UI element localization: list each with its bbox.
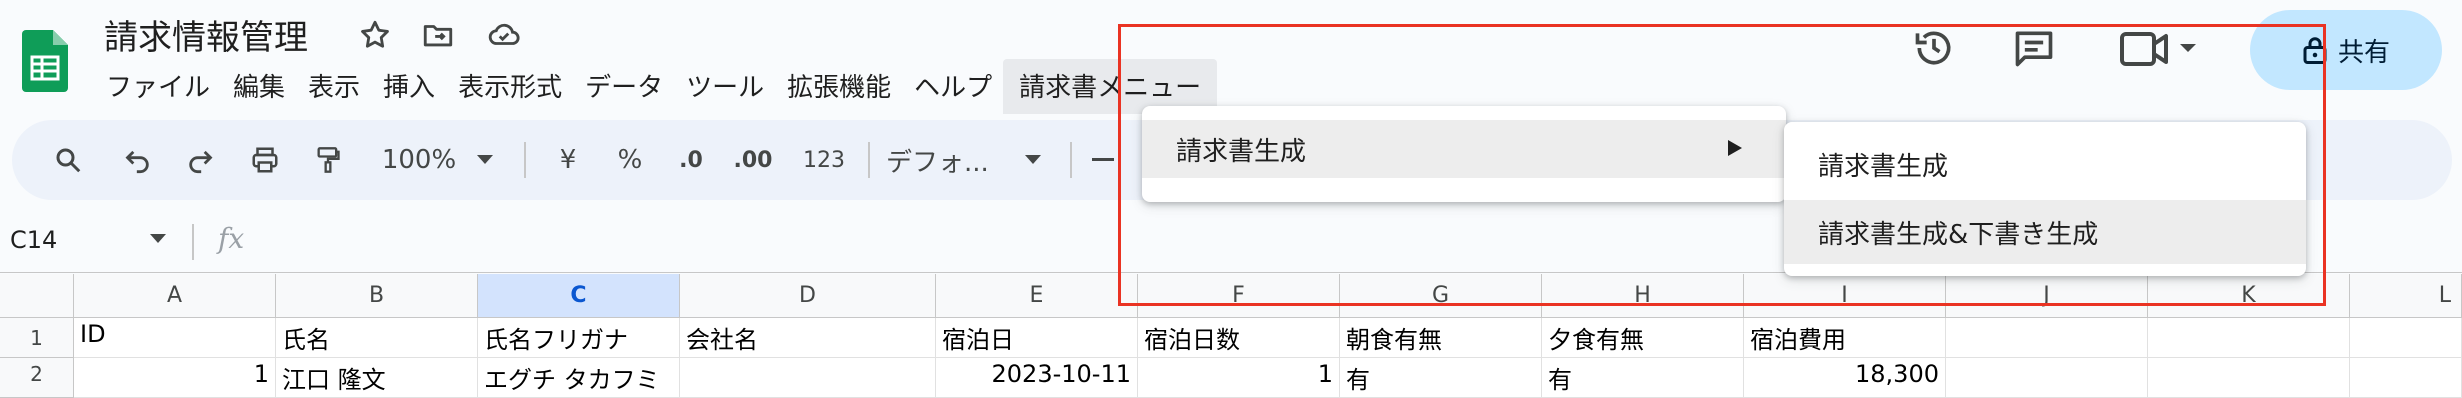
cell-f1[interactable]: 宿泊日数 [1138, 318, 1340, 358]
highlight-rectangle [1118, 24, 2326, 306]
percent-format-button[interactable]: % [610, 120, 650, 200]
undo-icon[interactable] [118, 120, 158, 200]
document-title[interactable]: 請求情報管理 [104, 10, 308, 59]
menu-bar: ファイル 編集 表示 挿入 表示形式 データ ツール 拡張機能 ヘルプ 請求書メ… [94, 58, 1218, 114]
currency-format-button[interactable]: ¥ [548, 120, 588, 200]
cell-j2[interactable] [1946, 358, 2148, 398]
name-box[interactable]: C14 [10, 226, 57, 254]
decrease-decimal-button[interactable]: .0 [666, 120, 716, 200]
sheets-logo-icon[interactable] [22, 30, 68, 92]
name-box-chevron-down-icon[interactable] [150, 234, 166, 244]
increase-decimal-button[interactable]: .00 [728, 120, 778, 200]
menu-data[interactable]: データ [573, 63, 674, 110]
menu-tools[interactable]: ツール [674, 63, 775, 110]
toolbar-divider [868, 142, 870, 178]
cell-h1[interactable]: 夕食有無 [1542, 318, 1744, 358]
font-size-decrease-icon[interactable] [1088, 120, 1118, 200]
increase-decimal-label: .00 [733, 147, 773, 173]
share-label: 共有 [2337, 37, 2390, 68]
cell-l2[interactable] [2350, 358, 2462, 398]
cell-j1[interactable] [1946, 318, 2148, 358]
cell-a2[interactable]: 1 [74, 358, 276, 398]
cell-f2[interactable]: 1 [1138, 358, 1340, 398]
column-header-c[interactable]: C [478, 274, 680, 318]
decrease-decimal-label: .0 [679, 147, 703, 173]
cell-h2[interactable]: 有 [1542, 358, 1744, 398]
row-header-1[interactable]: 1 [0, 318, 74, 358]
row-header-2[interactable]: 2 [0, 358, 74, 398]
cell-d1[interactable]: 会社名 [680, 318, 936, 358]
cell-k2[interactable] [2148, 358, 2350, 398]
paint-format-icon[interactable] [308, 120, 348, 200]
column-header-d[interactable]: D [680, 274, 936, 318]
fx-icon: fx [218, 222, 245, 255]
menu-insert[interactable]: 挿入 [371, 63, 446, 110]
menu-extensions[interactable]: 拡張機能 [775, 63, 902, 110]
select-all-corner[interactable] [0, 274, 74, 318]
search-icon[interactable] [48, 120, 88, 200]
cell-b1[interactable]: 氏名 [276, 318, 478, 358]
menu-view[interactable]: 表示 [296, 63, 371, 110]
cloud-saved-icon[interactable] [484, 18, 524, 52]
cell-e1[interactable]: 宿泊日 [936, 318, 1138, 358]
cell-b2[interactable]: 江口 隆文 [276, 358, 478, 398]
zoom-chevron-down-icon[interactable] [474, 120, 496, 200]
cell-g1[interactable]: 朝食有無 [1340, 318, 1542, 358]
cell-c1[interactable]: 氏名フリガナ [478, 318, 680, 358]
cell-i2[interactable]: 18,300 [1744, 358, 1946, 398]
font-chevron-down-icon[interactable] [1022, 120, 1044, 200]
menu-file[interactable]: ファイル [94, 63, 221, 110]
font-select[interactable]: デフォ... [886, 120, 1006, 200]
menu-edit[interactable]: 編集 [221, 63, 296, 110]
cell-l1[interactable] [2350, 318, 2462, 358]
cell-g2[interactable]: 有 [1340, 358, 1542, 398]
cell-a1[interactable]: ID [74, 318, 276, 358]
cell-c2[interactable]: エグチ タカフミ [478, 358, 680, 398]
column-header-e[interactable]: E [936, 274, 1138, 318]
cell-d2[interactable] [680, 358, 936, 398]
cell-i1[interactable]: 宿泊費用 [1744, 318, 1946, 358]
column-header-l[interactable]: L [2350, 274, 2462, 318]
formula-bar-divider [192, 224, 194, 260]
move-folder-icon[interactable] [420, 18, 456, 52]
redo-icon[interactable] [180, 120, 220, 200]
menu-help[interactable]: ヘルプ [902, 63, 1003, 110]
column-header-b[interactable]: B [276, 274, 478, 318]
toolbar-divider [524, 142, 526, 178]
menu-format[interactable]: 表示形式 [446, 63, 573, 110]
zoom-select[interactable]: 100% [374, 120, 464, 200]
column-header-a[interactable]: A [74, 274, 276, 318]
cell-k1[interactable] [2148, 318, 2350, 358]
print-icon[interactable] [244, 120, 286, 200]
number-format-button[interactable]: 123 [796, 120, 852, 200]
cell-e2[interactable]: 2023-10-11 [936, 358, 1138, 398]
toolbar-divider [1070, 142, 1072, 178]
star-icon[interactable] [358, 18, 392, 52]
